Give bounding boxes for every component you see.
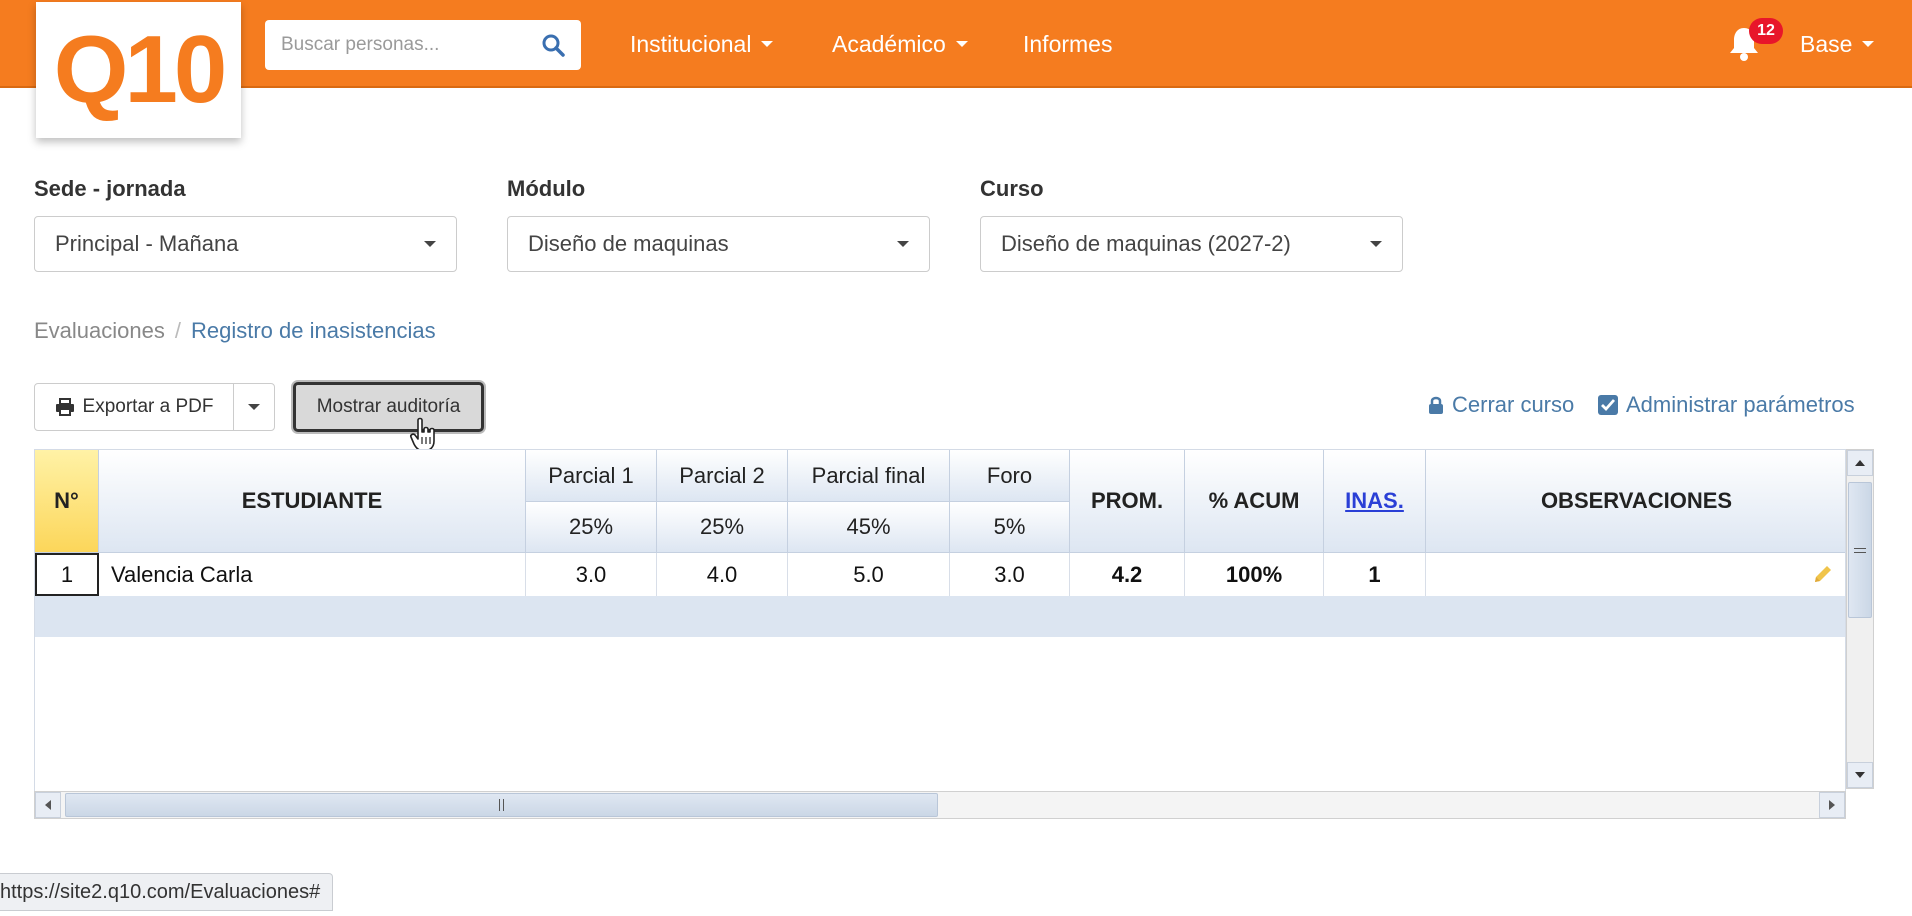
nav-institucional[interactable]: Institucional xyxy=(630,0,774,88)
top-navbar: Institucional Académico Informes 12 Base xyxy=(0,0,1912,88)
export-pdf-button[interactable]: Exportar a PDF xyxy=(34,383,234,431)
arrow-left-icon xyxy=(45,800,51,810)
header-no: N° xyxy=(35,450,99,553)
nav-informes[interactable]: Informes xyxy=(1023,0,1112,88)
hand-pointer-cursor-icon xyxy=(410,417,435,452)
modulo-select[interactable]: Diseño de maquinas xyxy=(507,216,930,272)
sede-select[interactable]: Principal - Mañana xyxy=(34,216,457,272)
header-eval-weight: 25% xyxy=(526,502,657,553)
search-input[interactable] xyxy=(281,34,541,56)
curso-select[interactable]: Diseño de maquinas (2027-2) xyxy=(980,216,1403,272)
breadcrumb-separator: / xyxy=(174,318,181,343)
notification-badge: 12 xyxy=(1749,18,1783,44)
empty-row xyxy=(35,596,1845,637)
header-eval-name[interactable]: Foro xyxy=(950,450,1070,502)
grip-icon xyxy=(1854,547,1866,553)
nav-informes-label: Informes xyxy=(1023,30,1113,57)
grip-icon xyxy=(499,799,504,811)
scroll-down-button[interactable] xyxy=(1847,762,1873,788)
header-student[interactable]: ESTUDIANTE xyxy=(99,450,526,553)
modulo-label: Módulo xyxy=(507,176,586,201)
nav-academico[interactable]: Académico xyxy=(832,0,968,88)
accumulated-cell: 100% xyxy=(1185,553,1324,596)
grade-cell[interactable]: 5.0 xyxy=(788,553,950,596)
header-eval-weight: 45% xyxy=(788,502,950,553)
header-eval-name[interactable]: Parcial final xyxy=(788,450,950,502)
user-menu[interactable]: Base xyxy=(1800,0,1875,88)
show-audit-button[interactable]: Mostrar auditoría xyxy=(293,382,484,432)
header-eval-weight: 25% xyxy=(657,502,788,553)
student-name-cell[interactable]: Valencia Carla xyxy=(99,553,526,596)
lock-icon xyxy=(1429,396,1443,414)
scroll-left-button[interactable] xyxy=(35,792,61,818)
vertical-scroll-thumb[interactable] xyxy=(1848,482,1872,618)
arrow-down-icon xyxy=(1855,772,1865,778)
nav-academico-label: Académico xyxy=(832,30,946,57)
header-eval-name[interactable]: Parcial 2 xyxy=(657,450,788,502)
header-inas-link[interactable]: INAS. xyxy=(1345,488,1404,514)
grade-cell[interactable]: 4.0 xyxy=(657,553,788,596)
export-pdf-label: Exportar a PDF xyxy=(82,396,214,417)
header-eval-name[interactable]: Parcial 1 xyxy=(526,450,657,502)
close-course-label: Cerrar curso xyxy=(1452,392,1575,417)
user-menu-label: Base xyxy=(1800,30,1853,57)
sede-select-value: Principal - Mañana xyxy=(55,231,239,256)
printer-icon xyxy=(55,398,74,416)
average-cell: 4.2 xyxy=(1070,553,1185,596)
header-eval-weight: 5% xyxy=(950,502,1070,553)
breadcrumb-current: Registro de inasistencias xyxy=(191,318,436,343)
chevron-down-icon xyxy=(424,241,436,247)
curso-select-value: Diseño de maquinas (2027-2) xyxy=(1001,231,1291,256)
show-audit-label: Mostrar auditoría xyxy=(316,396,461,417)
curso-label: Curso xyxy=(980,176,1044,201)
manage-params-label: Administrar parámetros xyxy=(1626,392,1855,417)
search-box[interactable] xyxy=(265,20,581,70)
grade-cell[interactable]: 3.0 xyxy=(526,553,657,596)
header-acum: % ACUM xyxy=(1185,450,1324,553)
horizontal-scrollbar[interactable] xyxy=(34,791,1846,819)
manage-params-link[interactable]: Administrar parámetros xyxy=(1598,392,1855,418)
checkbox-checked-icon xyxy=(1598,395,1618,415)
chevron-down-icon xyxy=(248,404,260,410)
grade-cell[interactable]: 3.0 xyxy=(950,553,1070,596)
chevron-down-icon xyxy=(1370,241,1382,247)
header-observations: OBSERVACIONES xyxy=(1426,450,1845,553)
nav-institucional-label: Institucional xyxy=(630,30,752,57)
vertical-scrollbar[interactable] xyxy=(1846,449,1874,789)
row-number-cell[interactable]: 1 xyxy=(35,553,99,596)
breadcrumb-evaluaciones[interactable]: Evaluaciones xyxy=(34,318,165,344)
export-options-button[interactable] xyxy=(233,383,275,431)
absences-cell[interactable]: 1 xyxy=(1324,553,1426,596)
pencil-icon[interactable] xyxy=(1812,563,1834,585)
modulo-select-value: Diseño de maquinas xyxy=(528,231,729,256)
observations-cell[interactable] xyxy=(1426,553,1845,596)
grades-grid: N° ESTUDIANTE Parcial 1 25% Parcial 2 25… xyxy=(34,449,1846,819)
scroll-right-button[interactable] xyxy=(1819,792,1845,818)
close-course-link[interactable]: Cerrar curso xyxy=(1428,392,1574,418)
chevron-down-icon xyxy=(897,241,909,247)
horizontal-scroll-thumb[interactable] xyxy=(65,793,938,817)
search-icon[interactable] xyxy=(541,33,565,57)
chevron-down-icon xyxy=(1862,41,1875,47)
status-bar-url: https://site2.q10.com/Evaluaciones# xyxy=(0,873,334,911)
chevron-down-icon xyxy=(761,41,774,47)
q10-logo[interactable]: Q10 xyxy=(36,2,241,138)
chevron-down-icon xyxy=(955,41,968,47)
sede-label: Sede - jornada xyxy=(34,176,186,201)
logo-text: Q10 xyxy=(53,16,227,123)
arrow-up-icon xyxy=(1855,460,1865,466)
arrow-right-icon xyxy=(1829,800,1835,810)
scroll-up-button[interactable] xyxy=(1847,450,1873,476)
header-inas[interactable]: INAS. xyxy=(1324,450,1426,553)
breadcrumb: Evaluaciones / Registro de inasistencias xyxy=(34,318,436,344)
header-prom: PROM. xyxy=(1070,450,1185,553)
